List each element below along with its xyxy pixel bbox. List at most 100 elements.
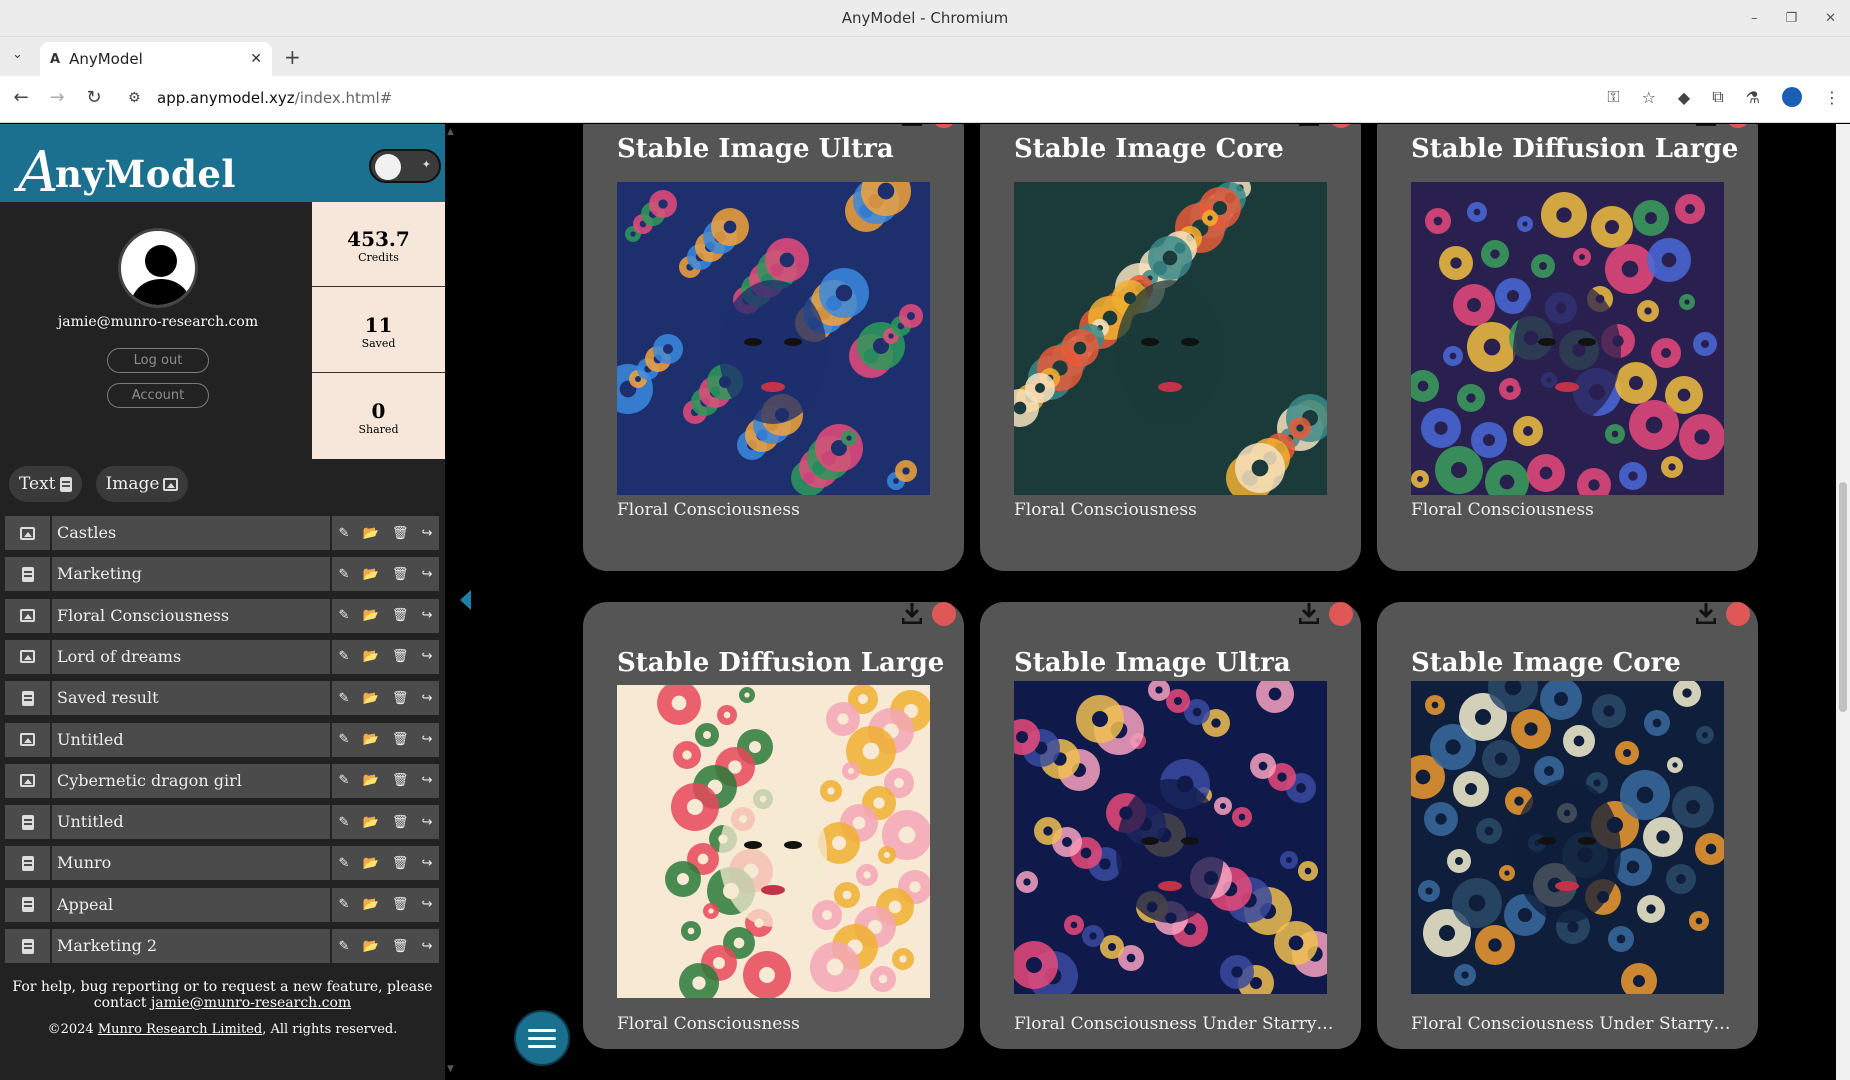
edit-icon[interactable]: ✎ — [339, 691, 350, 706]
browser-tab[interactable]: A AnyModel ✕ — [40, 42, 272, 76]
open-folder-icon[interactable]: 📂 — [363, 732, 379, 747]
filter-text-button[interactable]: Text — [9, 466, 82, 502]
download-icon[interactable] — [1299, 602, 1319, 624]
download-icon[interactable] — [902, 124, 922, 126]
list-item[interactable]: Castles ✎ 📂 🗑 ↪ — [5, 516, 439, 550]
trash-icon[interactable]: 🗑 — [392, 649, 409, 664]
list-item-label[interactable]: Cybernetic dragon girl — [52, 763, 330, 798]
bookmark-star-icon[interactable]: ☆ — [1642, 88, 1656, 107]
collapse-sidebar-icon[interactable] — [460, 590, 471, 610]
open-folder-icon[interactable]: 📂 — [363, 856, 379, 871]
open-folder-icon[interactable]: 📂 — [363, 649, 379, 664]
edit-icon[interactable]: ✎ — [339, 567, 350, 582]
tab-list-chevron-icon[interactable]: ⌄ — [12, 47, 23, 62]
list-item-label[interactable]: Marketing — [52, 557, 330, 592]
generated-image[interactable] — [617, 182, 930, 495]
share-icon[interactable]: ↪ — [421, 732, 432, 747]
company-link[interactable]: Munro Research Limited — [98, 1022, 262, 1037]
tab-close-icon[interactable]: ✕ — [250, 51, 262, 67]
delete-result-button[interactable] — [932, 602, 956, 626]
extension-icon-1[interactable]: ◆ — [1678, 88, 1690, 107]
account-button[interactable]: Account — [107, 383, 209, 408]
kebab-menu-icon[interactable]: ⋮ — [1824, 88, 1840, 107]
list-item-label[interactable]: Saved result — [52, 681, 330, 716]
list-item-label[interactable]: Munro — [52, 846, 330, 881]
edit-icon[interactable]: ✎ — [339, 608, 350, 623]
list-item[interactable]: Appeal ✎ 📂 🗑 ↪ — [5, 887, 439, 922]
trash-icon[interactable]: 🗑 — [392, 815, 409, 830]
list-item-label[interactable]: Lord of dreams — [52, 639, 330, 674]
list-item[interactable]: Untitled ✎ 📂 🗑 ↪ — [5, 805, 439, 840]
generated-image[interactable] — [1014, 681, 1327, 994]
list-item[interactable]: Saved result ✎ 📂 🗑 ↪ — [5, 681, 439, 716]
list-item[interactable]: Lord of dreams ✎ 📂 🗑 ↪ — [5, 639, 439, 674]
back-icon[interactable]: ← — [7, 87, 35, 108]
trash-icon[interactable]: 🗑 — [392, 939, 409, 954]
sidebar-scroll-down-icon[interactable]: ▼ — [447, 1064, 454, 1074]
list-item-label[interactable]: Untitled — [52, 805, 330, 840]
share-icon[interactable]: ↪ — [421, 856, 432, 871]
trash-icon[interactable]: 🗑 — [392, 567, 409, 582]
download-icon[interactable] — [902, 602, 922, 624]
list-item-label[interactable]: Castles — [52, 516, 330, 550]
list-item[interactable]: Marketing ✎ 📂 🗑 ↪ — [5, 557, 439, 592]
edit-icon[interactable]: ✎ — [339, 732, 350, 747]
theme-toggle[interactable]: ✦ — [369, 149, 441, 183]
download-icon[interactable] — [1299, 124, 1319, 126]
trash-icon[interactable]: 🗑 — [392, 897, 409, 912]
share-icon[interactable]: ↪ — [421, 526, 432, 541]
forward-icon[interactable]: → — [43, 87, 71, 108]
share-icon[interactable]: ↪ — [421, 608, 432, 623]
share-icon[interactable]: ↪ — [421, 649, 432, 664]
share-icon[interactable]: ↪ — [421, 773, 432, 788]
edit-icon[interactable]: ✎ — [339, 939, 350, 954]
open-folder-icon[interactable]: 📂 — [363, 608, 379, 623]
edit-icon[interactable]: ✎ — [339, 649, 350, 664]
key-icon[interactable]: ⚿ — [1607, 87, 1619, 107]
page-scrollbar[interactable] — [1836, 124, 1850, 1080]
trash-icon[interactable]: 🗑 — [392, 608, 409, 623]
trash-icon[interactable]: 🗑 — [392, 856, 409, 871]
menu-button[interactable] — [514, 1010, 570, 1066]
list-item-label[interactable]: Appeal — [52, 887, 330, 922]
share-icon[interactable]: ↪ — [421, 691, 432, 706]
delete-result-button[interactable] — [932, 124, 956, 128]
site-info-icon[interactable]: ⚙ — [128, 90, 141, 106]
open-folder-icon[interactable]: 📂 — [363, 939, 379, 954]
open-folder-icon[interactable]: 📂 — [363, 815, 379, 830]
anymodel-logo[interactable]: AnyModel — [18, 136, 236, 205]
labs-flask-icon[interactable]: ⚗ — [1746, 88, 1760, 107]
list-item[interactable]: Marketing 2 ✎ 📂 🗑 ↪ — [5, 929, 439, 963]
delete-result-button[interactable] — [1726, 602, 1750, 626]
edit-icon[interactable]: ✎ — [339, 815, 350, 830]
open-folder-icon[interactable]: 📂 — [363, 691, 379, 706]
trash-icon[interactable]: 🗑 — [392, 691, 409, 706]
url-field[interactable]: app.anymodel.xyz/index.html# — [157, 89, 392, 107]
download-icon[interactable] — [1696, 602, 1716, 624]
delete-result-button[interactable] — [1329, 602, 1353, 626]
new-tab-icon[interactable]: + — [284, 45, 301, 69]
help-email-link[interactable]: jamie@munro-research.com — [151, 995, 351, 1011]
share-icon[interactable]: ↪ — [421, 897, 432, 912]
list-item-label[interactable]: Floral Consciousness — [52, 598, 330, 633]
open-folder-icon[interactable]: 📂 — [363, 773, 379, 788]
list-item-label[interactable]: Untitled — [52, 722, 330, 757]
trash-icon[interactable]: 🗑 — [392, 732, 409, 747]
minimize-icon[interactable]: – — [1751, 11, 1758, 26]
share-icon[interactable]: ↪ — [421, 567, 432, 582]
delete-result-button[interactable] — [1329, 124, 1353, 128]
list-item-label[interactable]: Marketing 2 — [52, 929, 330, 963]
list-item[interactable]: Floral Consciousness ✎ 📂 🗑 ↪ — [5, 598, 439, 633]
restore-icon[interactable]: ❐ — [1785, 11, 1797, 26]
list-item[interactable]: Munro ✎ 📂 🗑 ↪ — [5, 846, 439, 881]
open-folder-icon[interactable]: 📂 — [363, 897, 379, 912]
trash-icon[interactable]: 🗑 — [392, 773, 409, 788]
edit-icon[interactable]: ✎ — [339, 526, 350, 541]
list-item[interactable]: Untitled ✎ 📂 🗑 ↪ — [5, 722, 439, 757]
edit-icon[interactable]: ✎ — [339, 897, 350, 912]
generated-image[interactable] — [1411, 681, 1724, 994]
open-folder-icon[interactable]: 📂 — [363, 567, 379, 582]
sidebar-scroll-up-icon[interactable]: ▲ — [447, 127, 454, 137]
list-item[interactable]: Cybernetic dragon girl ✎ 📂 🗑 ↪ — [5, 763, 439, 798]
reload-icon[interactable]: ↻ — [80, 87, 108, 108]
